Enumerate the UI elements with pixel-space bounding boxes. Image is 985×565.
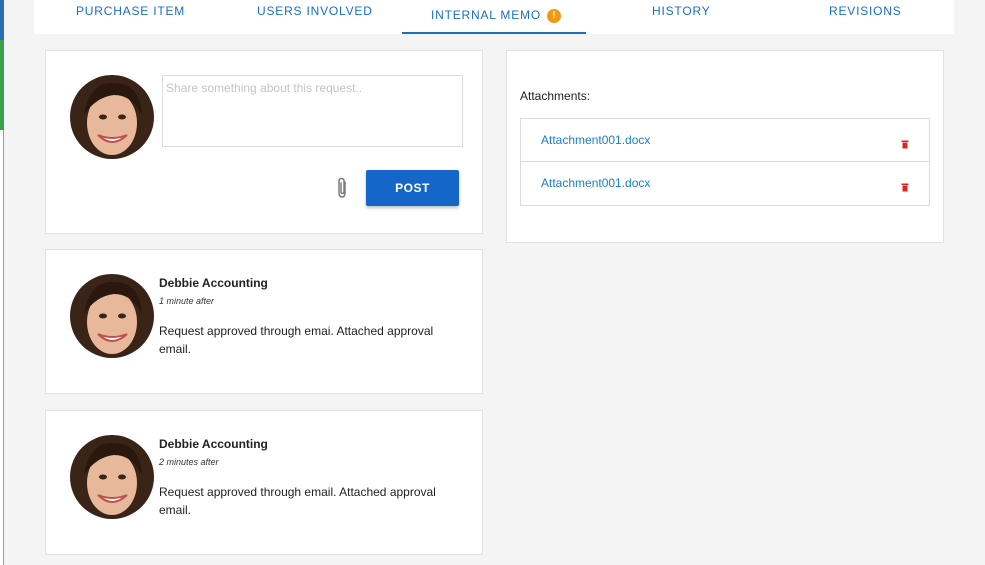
comment-body: Request approved through emai. Attached … (159, 324, 434, 356)
sidebar-edge-list (0, 130, 4, 565)
paperclip-icon[interactable] (333, 176, 351, 200)
trash-icon[interactable] (901, 136, 909, 149)
tab-label: HISTORY (652, 4, 711, 18)
comment-timestamp: 1 minute after (159, 296, 215, 306)
memo-input[interactable] (162, 75, 463, 147)
memo-composer: POST (45, 50, 483, 234)
attachments-panel: Attachments: Attachment001.docx Attachme… (506, 50, 944, 243)
sidebar-edge-green-section (0, 40, 4, 130)
comment-timestamp: 2 minutes after (159, 457, 219, 467)
comment-author: Debbie Accounting (159, 276, 268, 290)
attachment-row: Attachment001.docx (521, 119, 929, 162)
tab-internal-memo[interactable]: INTERNAL MEMO! (402, 0, 586, 34)
tab-label: PURCHASE ITEM (76, 4, 186, 18)
tab-label: REVISIONS (829, 4, 902, 18)
user-avatar (70, 75, 154, 159)
sidebar-edge-header (0, 0, 4, 40)
tab-history[interactable]: HISTORY (652, 0, 711, 34)
tab-users-involved[interactable]: USERS INVOLVED (257, 0, 373, 34)
attachment-link[interactable]: Attachment001.docx (541, 133, 650, 147)
attachment-row: Attachment001.docx (521, 162, 929, 205)
memo-comment: Debbie Accounting 2 minutes after Reques… (45, 410, 483, 555)
trash-icon[interactable] (901, 179, 909, 192)
attachments-list: Attachment001.docx Attachment001.docx (520, 118, 930, 206)
author-avatar (70, 274, 154, 358)
comment-author: Debbie Accounting (159, 437, 268, 451)
tab-revisions[interactable]: REVISIONS (829, 0, 902, 34)
tab-label: INTERNAL MEMO (431, 8, 541, 22)
tab-bar: PURCHASE ITEM USERS INVOLVED INTERNAL ME… (34, 0, 954, 34)
post-button[interactable]: POST (366, 170, 459, 206)
attachment-link[interactable]: Attachment001.docx (541, 176, 650, 190)
attachments-title: Attachments: (520, 89, 591, 103)
tab-label: USERS INVOLVED (257, 4, 373, 18)
memo-comment: Debbie Accounting 1 minute after Request… (45, 249, 483, 394)
tab-purchase-item[interactable]: PURCHASE ITEM (76, 0, 185, 34)
author-avatar (70, 435, 154, 519)
comment-body: Request approved through email. Attached… (159, 485, 436, 517)
background-sidebar-edge (0, 0, 4, 565)
alert-badge-icon: ! (546, 9, 561, 23)
